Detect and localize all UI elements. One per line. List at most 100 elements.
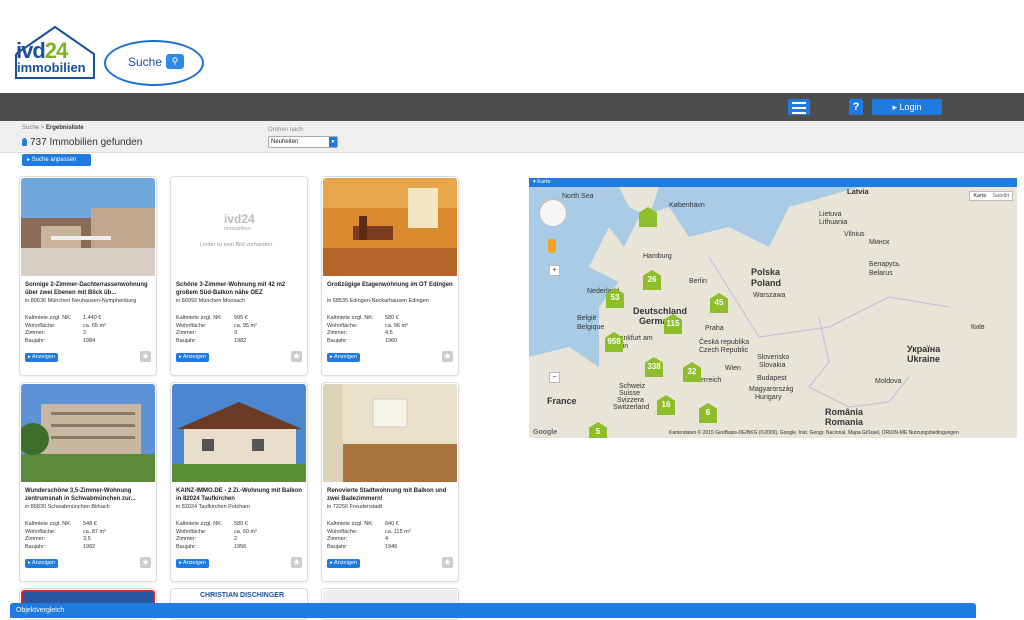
map-label: Lithuania xyxy=(819,219,848,226)
compare-bar[interactable]: Objektvergleich xyxy=(10,603,976,618)
show-listing-button[interactable]: ▸ Anzeigen xyxy=(176,559,209,568)
map-type-map[interactable]: Karte xyxy=(970,192,989,200)
listing-photo[interactable] xyxy=(323,384,457,482)
show-listing-button[interactable]: ▸ Anzeigen xyxy=(327,353,360,362)
breadcrumb: Suche > Ergebnisliste xyxy=(22,125,84,131)
google-logo[interactable]: Google xyxy=(533,429,557,436)
adjust-search-button[interactable]: ▸ Suche anpassen xyxy=(22,154,91,166)
favorite-star-icon[interactable]: ★ xyxy=(442,557,453,568)
favorite-star-icon[interactable]: ★ xyxy=(140,557,151,568)
hamburger-icon xyxy=(788,102,810,114)
map-header[interactable]: ▾ Karte xyxy=(529,178,1017,187)
map-label: Switzerland xyxy=(613,404,650,411)
favorite-star-icon[interactable]: ★ xyxy=(291,557,302,568)
map-type-satellite[interactable]: Satellit xyxy=(989,192,1012,200)
rooms-label: Zimmer: xyxy=(176,536,197,542)
show-listing-button[interactable]: ▸ Anzeigen xyxy=(25,353,58,362)
map-label: Polska xyxy=(751,267,781,277)
map-label: France xyxy=(547,396,577,406)
rent-label: Kaltmiete zzgl. NK: xyxy=(176,521,223,527)
map-label: Romania xyxy=(825,417,864,427)
show-listing-button[interactable]: ▸ Anzeigen xyxy=(327,559,360,568)
area-value: ca. 65 m² xyxy=(83,322,106,329)
year-label: Baujahr: xyxy=(327,337,348,344)
sort-label: Ordnen nach xyxy=(268,127,303,133)
rooms-value: 2 xyxy=(234,536,238,542)
rent-label: Kaltmiete zzgl. NK: xyxy=(25,521,72,527)
breadcrumb-current: Ergebnisliste xyxy=(45,125,84,131)
sort-select[interactable]: Neuheiten ▼ xyxy=(268,136,338,148)
listing-card[interactable]: KAINZ-IMMO.DE - 2 Zi.-Wohnung mit Balkon… xyxy=(170,382,308,582)
rent-label: Kaltmiete zzgl. NK: xyxy=(327,521,374,527)
listing-card[interactable]: Sonnige 2-Zimmer-Dachterrassenwohnung üb… xyxy=(19,176,157,376)
map-label: Slovensko xyxy=(757,354,790,361)
area-label: Wohnfläche: xyxy=(327,322,358,329)
map-label: København xyxy=(669,202,705,209)
show-listing-label: Anzeigen xyxy=(32,560,55,566)
placeholder-logo-sub: immobilien xyxy=(224,226,251,232)
map-label: Budapest xyxy=(757,375,787,382)
area-value: ca. 60 m² xyxy=(234,528,257,535)
listing-card[interactable]: ivd24 immobilien Leider ist kein Bild vor… xyxy=(170,176,308,376)
search-bubble[interactable]: Suche ⚲ xyxy=(104,40,204,86)
area-value: ca. 87 m² xyxy=(83,528,106,535)
listing-photo[interactable] xyxy=(21,384,155,482)
rooms-value: 4,5 xyxy=(385,330,393,336)
adjust-search-label: Suche anpassen xyxy=(31,157,77,163)
favorite-star-icon[interactable]: ★ xyxy=(291,351,302,362)
listing-title[interactable]: Großzügige Etagenwohnung im OT Edingen xyxy=(327,281,453,289)
logo-subtitle: immobilien xyxy=(17,60,86,75)
show-listing-button[interactable]: ▸ Anzeigen xyxy=(176,353,209,362)
favorite-star-icon[interactable]: ★ xyxy=(442,351,453,362)
map-type-switch[interactable]: Karte Satellit xyxy=(969,191,1013,201)
zoom-out-button[interactable]: − xyxy=(549,372,560,383)
listing-title[interactable]: Sonnige 2-Zimmer-Dachterrassenwohnung üb… xyxy=(25,281,151,297)
map-label: Czech Republic xyxy=(699,347,749,354)
map-label: Schweiz xyxy=(619,383,646,390)
rent-label: Kaltmiete zzgl. NK: xyxy=(176,315,223,321)
search-button[interactable]: ⚲ xyxy=(166,54,184,69)
year-value: 1949 xyxy=(385,543,398,550)
rooms-value: 3,5 xyxy=(83,536,91,542)
listing-location: in 72250 Freudenstadt xyxy=(327,504,383,510)
listing-card[interactable]: Renovierte Stadtwohnung mit Balkon und z… xyxy=(321,382,459,582)
login-button[interactable]: ▸ Login xyxy=(872,99,942,115)
rent-value: 580 € xyxy=(234,521,248,527)
street-view-icon[interactable] xyxy=(548,239,556,253)
show-listing-label: Anzeigen xyxy=(334,354,357,360)
map-pan-control[interactable] xyxy=(539,199,567,227)
site-logo[interactable]: ivd24 immobilien xyxy=(14,24,96,80)
menu-button[interactable] xyxy=(788,99,810,115)
rent-value: 1.440 € xyxy=(83,315,102,321)
listing-title[interactable]: Renovierte Stadtwohnung mit Balkon und z… xyxy=(327,487,453,503)
listing-title[interactable]: Schöne 3-Zimmer-Wohnung mit 42 m2 großem… xyxy=(176,281,302,297)
show-listing-button[interactable]: ▸ Anzeigen xyxy=(25,559,58,568)
help-button[interactable]: ? xyxy=(849,99,863,115)
year-label: Baujahr: xyxy=(25,543,46,550)
rooms-label: Zimmer: xyxy=(176,330,197,336)
map-label: Berlin xyxy=(689,278,707,285)
listing-photo[interactable] xyxy=(21,178,155,276)
rooms-label: Zimmer: xyxy=(327,330,348,336)
zoom-in-button[interactable]: + xyxy=(549,265,560,276)
listing-location: in 86830 Schwabmünchen Birkach xyxy=(25,504,110,510)
year-label: Baujahr: xyxy=(327,543,348,550)
listing-photo[interactable] xyxy=(323,178,457,276)
favorite-star-icon[interactable]: ★ xyxy=(140,351,151,362)
listing-facts: Kaltmiete zzgl. NK: 580 € Wohnfläche: ca. … xyxy=(176,521,257,551)
area-label: Wohnfläche: xyxy=(327,528,358,535)
listing-title[interactable]: Wunderschöne 3,5-Zimmer-Wohnung zentrums… xyxy=(25,487,151,503)
map-view[interactable]: + − Karte Satellit North Sea København La… xyxy=(529,187,1017,438)
listing-card[interactable]: Großzügige Etagenwohnung im OT Edingen i… xyxy=(321,176,459,376)
result-count: 737 Immobilien gefunden xyxy=(22,137,142,148)
listing-card[interactable]: Wunderschöne 3,5-Zimmer-Wohnung zentrums… xyxy=(19,382,157,582)
breadcrumb-search[interactable]: Suche xyxy=(22,125,39,131)
listing-photo[interactable] xyxy=(172,384,306,482)
listing-title[interactable]: KAINZ-IMMO.DE - 2 Zi.-Wohnung mit Balkon… xyxy=(176,487,302,503)
search-label: Suche xyxy=(128,55,163,69)
area-value: ca. 115 m² xyxy=(385,528,411,535)
top-navigation-bar xyxy=(0,93,1024,121)
partial-card-text: CHRISTIAN DISCHINGER xyxy=(200,592,285,599)
year-value: 1956 xyxy=(234,543,247,550)
map-label: Latvia xyxy=(847,187,869,196)
